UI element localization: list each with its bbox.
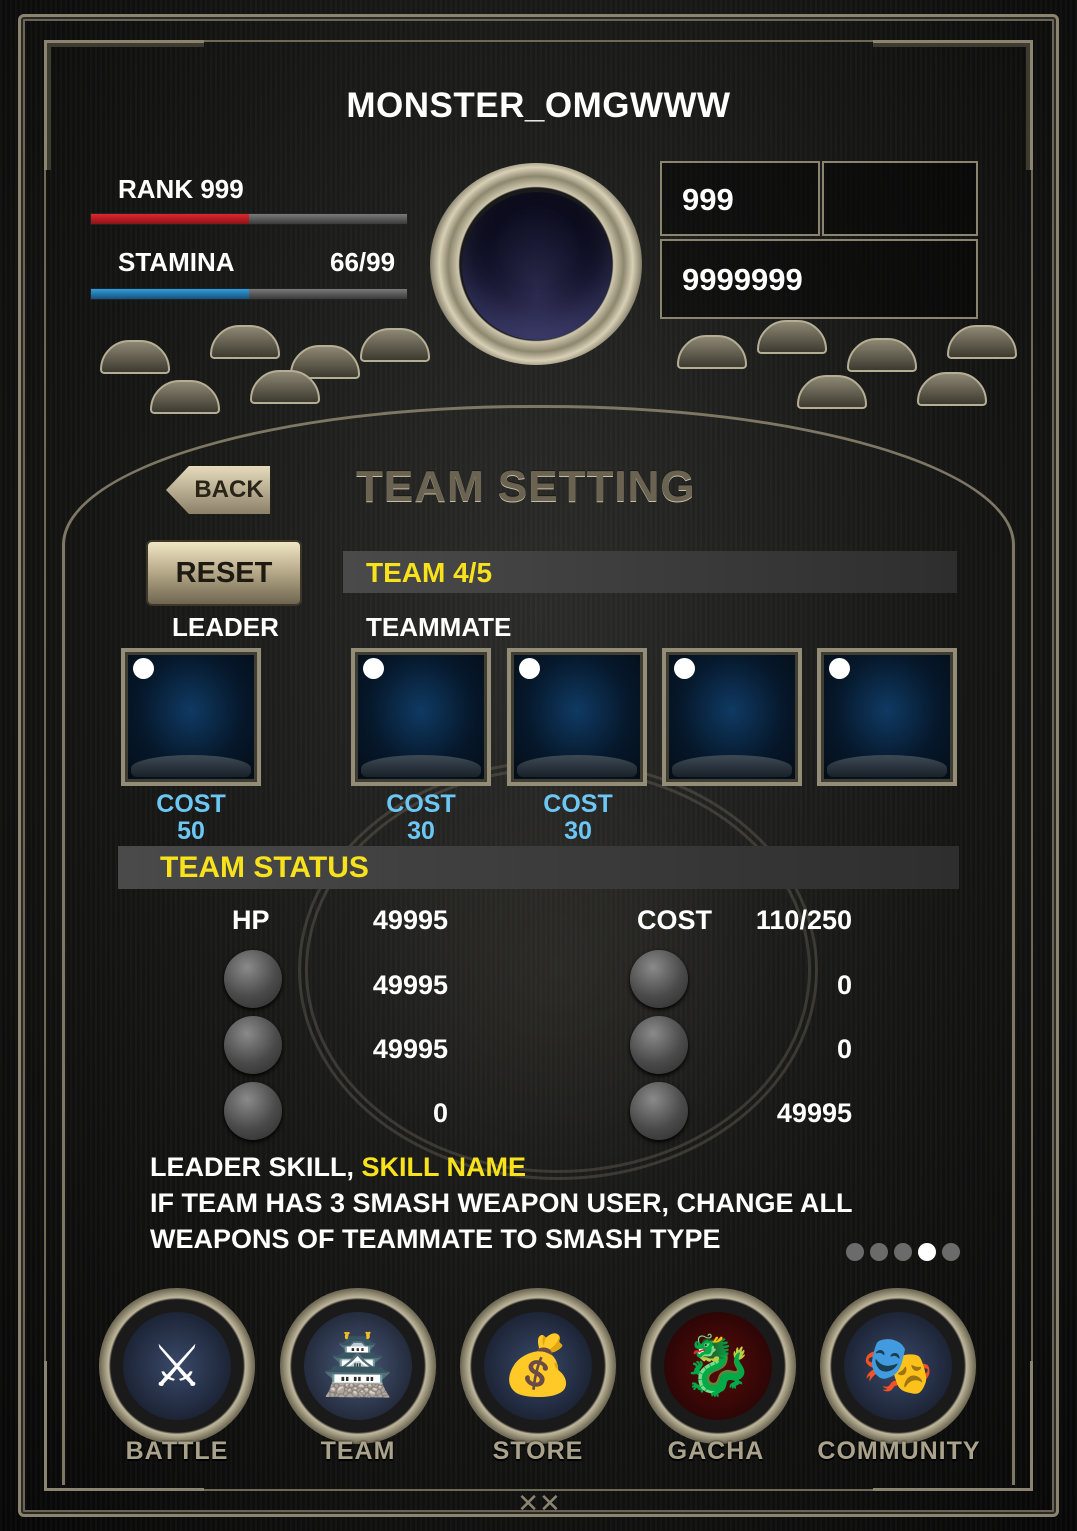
leader-skill-description: WEAPONS OF TEAMMATE TO SMASH TYPE <box>150 1224 721 1254</box>
leader-slot[interactable] <box>121 648 261 786</box>
stat-icon <box>630 1016 688 1074</box>
stat-value: 0 <box>836 970 852 1000</box>
page-dot[interactable] <box>846 1243 864 1261</box>
slot-cost-value: 30 <box>564 817 592 845</box>
slot-cost-label: COST <box>386 790 456 818</box>
rank-bar-fill <box>91 214 249 224</box>
stat-value: 49995 <box>372 970 448 1000</box>
teammate-label: TEAMMATE <box>366 612 512 642</box>
player-name: MONSTER_OMGWWW <box>346 86 731 125</box>
leader-skill-prefix: LEADER SKILL, <box>150 1152 362 1182</box>
total-cost-label: COST <box>637 905 713 935</box>
total-cost-value: 110/250 <box>755 905 852 935</box>
slot-indicator-icon <box>363 658 384 679</box>
dragon-icon: 🐉 <box>664 1312 772 1420</box>
team-status-heading: TEAM STATUS <box>160 851 369 884</box>
nav-gacha-label[interactable]: GACHA <box>643 1437 789 1466</box>
currency-box-2 <box>822 161 978 236</box>
stat-value: 0 <box>432 1098 448 1128</box>
leader-skill-name: SKILL NAME <box>361 1152 527 1182</box>
stamina-bar <box>90 288 408 300</box>
currency-value-3: 9999999 <box>682 262 803 297</box>
page-dot[interactable] <box>894 1243 912 1261</box>
stamina-label: STAMINA <box>118 247 235 277</box>
rank-bar <box>90 213 408 225</box>
slot-cost-value: 50 <box>177 817 205 845</box>
slot-indicator-icon <box>674 658 695 679</box>
page-dot[interactable] <box>870 1243 888 1261</box>
stat-value: 49995 <box>372 1034 448 1064</box>
reset-button[interactable]: RESET <box>146 540 302 606</box>
nav-store-label[interactable]: STORE <box>465 1437 611 1466</box>
masks-icon: 🎭 <box>844 1312 952 1420</box>
slot-cost-label: COST <box>156 790 226 818</box>
stat-value: 49995 <box>776 1098 852 1128</box>
pine-tree-ornament <box>60 320 440 450</box>
team-count: TEAM 4/5 <box>366 557 493 588</box>
slot-cost-label: COST <box>543 790 613 818</box>
stat-icon <box>630 950 688 1008</box>
pine-tree-ornament <box>667 320 1047 450</box>
page-title: TEAM SETTING <box>356 462 696 511</box>
teammate-slot[interactable] <box>351 648 491 786</box>
teammate-slot[interactable] <box>662 648 802 786</box>
hp-value: 49995 <box>372 905 448 935</box>
avatar[interactable] <box>462 192 612 340</box>
nav-store-button[interactable]: 💰 <box>460 1288 616 1444</box>
stat-icon <box>224 1016 282 1074</box>
leader-skill-description: IF TEAM HAS 3 SMASH WEAPON USER, CHANGE … <box>150 1188 853 1218</box>
castle-icon: 🏯 <box>304 1312 412 1420</box>
page-dot-active[interactable] <box>918 1243 936 1261</box>
stat-icon <box>630 1082 688 1140</box>
battle-axe-icon: ⚔ <box>123 1312 231 1420</box>
gold-ingot-icon: 💰 <box>484 1312 592 1420</box>
nav-team-label[interactable]: TEAM <box>285 1437 431 1466</box>
nav-gacha-button[interactable]: 🐉 <box>640 1288 796 1444</box>
leader-label: LEADER <box>172 612 279 642</box>
currency-value-1: 999 <box>682 182 734 217</box>
nav-team-button[interactable]: 🏯 <box>280 1288 436 1444</box>
stat-value: 0 <box>836 1034 852 1064</box>
slot-cost-value: 30 <box>407 817 435 845</box>
hp-label: HP <box>232 905 270 935</box>
nav-community-label[interactable]: COMMUNITY <box>808 1437 990 1466</box>
teammate-slot[interactable] <box>817 648 957 786</box>
leader-skill-title: LEADER SKILL, SKILL NAME <box>150 1152 526 1183</box>
nav-battle-label[interactable]: BATTLE <box>104 1437 250 1466</box>
page-dot[interactable] <box>942 1243 960 1261</box>
stamina-bar-fill <box>91 289 249 299</box>
stat-icon <box>224 1082 282 1140</box>
nav-community-button[interactable]: 🎭 <box>820 1288 976 1444</box>
bottom-ornament: ✕✕ <box>517 1488 561 1518</box>
slot-indicator-icon <box>519 658 540 679</box>
stamina-value: 66/99 <box>330 247 396 277</box>
slot-indicator-icon <box>133 658 154 679</box>
game-screen: MONSTER_OMGWWW RANK 999 STAMINA 66/99 99… <box>0 0 1077 1531</box>
nav-battle-button[interactable]: ⚔ <box>99 1288 255 1444</box>
slot-indicator-icon <box>829 658 850 679</box>
teammate-slot[interactable] <box>507 648 647 786</box>
stat-icon <box>224 950 282 1008</box>
rank-label: RANK 999 <box>118 174 244 204</box>
